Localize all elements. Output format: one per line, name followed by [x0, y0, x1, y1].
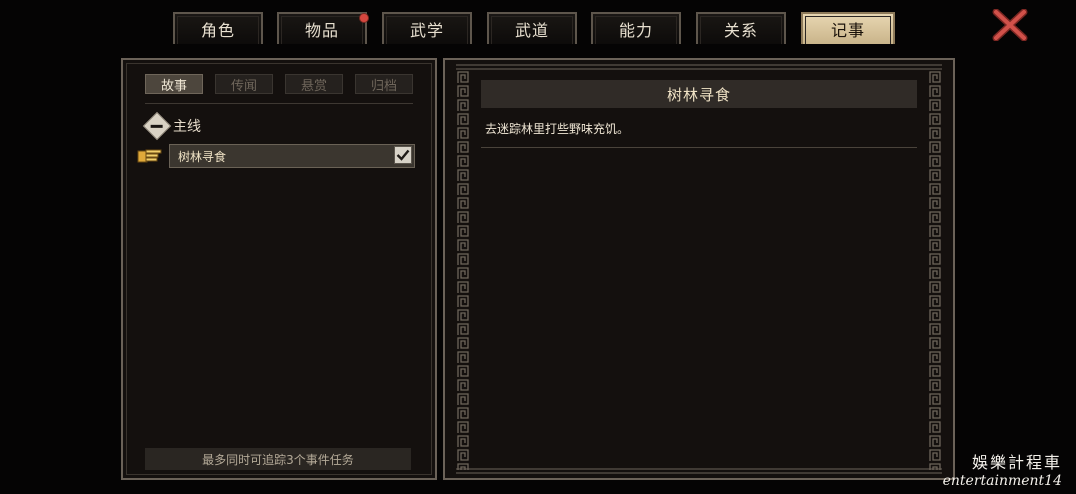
tab-martial-way[interactable]: 武道: [487, 12, 577, 44]
tab-relations[interactable]: 关系: [696, 12, 786, 44]
tab-character[interactable]: 角色: [173, 12, 263, 44]
quest-detail-title: 树林寻食: [481, 80, 917, 108]
pointing-hand-icon: [137, 149, 162, 163]
tab-items[interactable]: 物品: [277, 12, 369, 44]
journal-subtabs: 故事 传闻 悬赏 归档: [145, 74, 415, 96]
main-quest-group-header[interactable]: 主线: [142, 111, 201, 141]
tab-label: 武道: [514, 21, 549, 40]
quest-description: 去迷踪林里打些野味充饥。: [485, 122, 630, 136]
track-checkbox[interactable]: [394, 146, 412, 164]
meander-border-left: [456, 70, 470, 470]
journal-list-panel: 故事 传闻 悬赏 归档 主线 树林寻食 最多同时可追踪3个事件任务: [121, 58, 437, 480]
quest-detail-panel: 树林寻食 去迷踪林里打些野味充饥。: [443, 58, 955, 480]
tab-martial-arts[interactable]: 武学: [382, 12, 472, 44]
divider: [145, 103, 413, 104]
subtab-label: 悬赏: [300, 78, 327, 94]
tab-label: 记事: [830, 21, 865, 40]
tab-abilities[interactable]: 能力: [591, 12, 681, 44]
tab-label: 能力: [618, 21, 653, 40]
quest-list-item[interactable]: 树林寻食: [169, 144, 415, 168]
divider: [481, 147, 917, 148]
top-tab-bar: 角色 物品 武学 武道 能力 关系 记事: [0, 0, 1076, 46]
watermark-line-2: entertainment14: [942, 473, 1062, 489]
checkmark-icon: [396, 149, 410, 161]
meander-border-right: [928, 70, 942, 470]
subtab-label: 传闻: [230, 78, 257, 94]
subtab-archive[interactable]: 归档: [355, 74, 413, 94]
tab-label: 角色: [200, 21, 235, 40]
watermark: 娛樂計程車 entertainment14: [943, 454, 1062, 490]
quest-name: 树林寻食: [178, 149, 227, 164]
close-x-icon: [992, 9, 1028, 41]
subtab-bounties[interactable]: 悬赏: [285, 74, 343, 94]
tracking-limit-note: 最多同时可追踪3个事件任务: [145, 448, 411, 470]
close-button[interactable]: [990, 8, 1030, 42]
new-badge-dot: [359, 13, 369, 23]
collapse-icon: [142, 111, 172, 141]
tab-label: 武学: [409, 21, 444, 40]
watermark-line-1: 娛樂計程車: [971, 453, 1062, 472]
tab-label: 物品: [304, 21, 339, 40]
tab-journal[interactable]: 记事: [801, 12, 895, 44]
subtab-story[interactable]: 故事: [145, 74, 203, 94]
subtab-label: 故事: [160, 78, 187, 94]
subtab-rumors[interactable]: 传闻: [215, 74, 273, 94]
border-bottom-line: [456, 468, 942, 474]
subtab-label: 归档: [370, 78, 397, 94]
group-label: 主线: [173, 119, 201, 135]
border-top-line: [456, 64, 942, 70]
tab-label: 关系: [723, 21, 758, 40]
